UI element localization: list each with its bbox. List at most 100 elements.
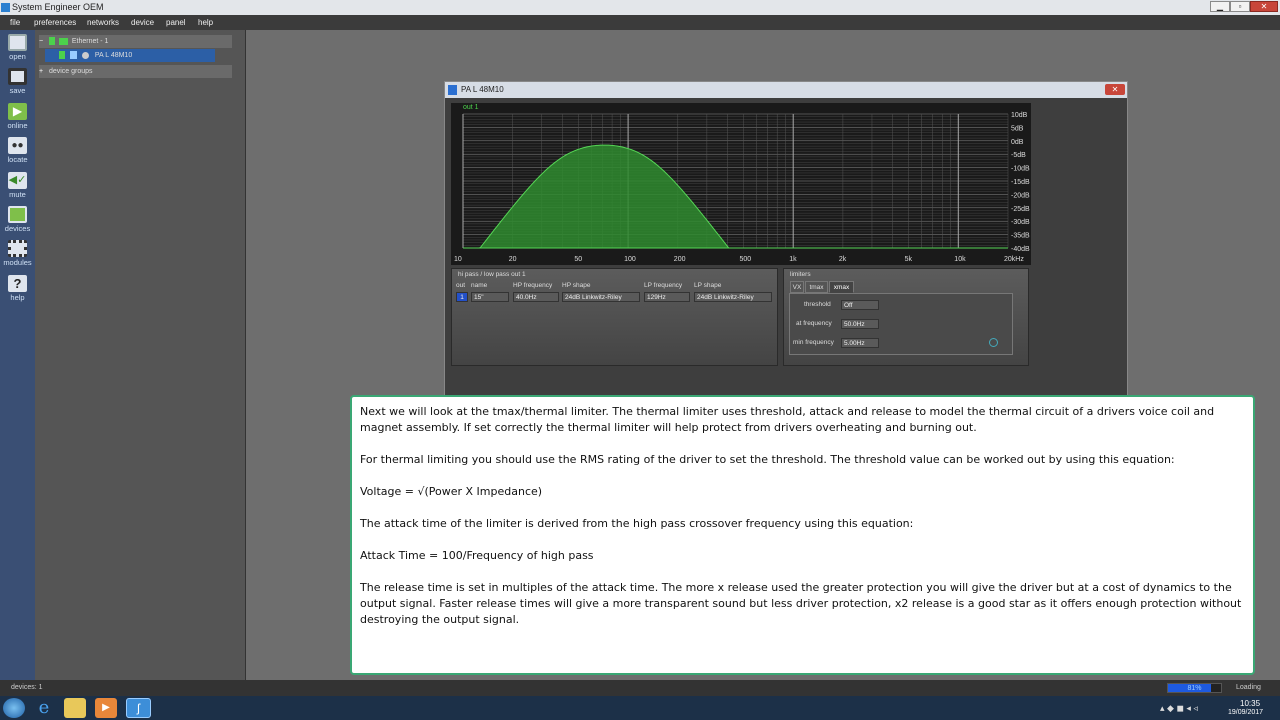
tray-icons[interactable]: ▴ ◆ ◼ ◂ ◃ <box>1160 703 1198 714</box>
header-out: out <box>456 282 466 289</box>
left-toolbar: open save ▶ online ●● locate ◀✓ mute dev… <box>0 30 35 680</box>
menu-help[interactable]: help <box>198 18 213 27</box>
freq-tick-label: 50 <box>574 256 582 263</box>
clock-time[interactable]: 10:35 <box>1240 699 1260 708</box>
network-label: Ethernet - 1 <box>71 38 109 45</box>
toolbar-label: open <box>9 52 26 61</box>
device-logo-icon <box>69 51 77 60</box>
toolbar-help[interactable]: ? help <box>0 275 35 302</box>
network-icon <box>58 37 68 45</box>
toolbar-save[interactable]: save <box>0 68 35 95</box>
tutorial-paragraph: The release time is set in multiples of … <box>360 581 1242 626</box>
db-tick-label: -5dB <box>1011 152 1026 159</box>
expand-icon[interactable]: + <box>39 65 47 78</box>
header-hp-shape: HP shape <box>562 282 591 289</box>
menu-preferences[interactable]: preferences <box>34 18 76 27</box>
toolbar-online[interactable]: ▶ online <box>0 103 35 130</box>
hipass-panel: hi pass / low pass out 1 out name HP fre… <box>451 268 778 366</box>
menu-panel[interactable]: panel <box>166 18 186 27</box>
freq-tick-label: 200 <box>674 256 686 263</box>
device-panel-close-button[interactable]: ✕ <box>1105 84 1125 95</box>
menu-device[interactable]: device <box>131 18 154 27</box>
system-engineer-app-icon[interactable]: ʃ <box>126 698 151 718</box>
toolbar-label: online <box>7 121 28 130</box>
lp-shape-select[interactable]: 24dB Linkwitz-Riley <box>694 292 772 302</box>
toolbar-mute[interactable]: ◀✓ mute <box>0 172 35 199</box>
lp-frequency-spinner[interactable]: 129Hz <box>644 292 690 302</box>
min-frequency-spinner[interactable]: 5.00Hz <box>841 338 879 348</box>
freq-tick-label: 2k <box>839 256 847 263</box>
out-number[interactable]: 1 <box>456 292 468 302</box>
db-tick-label: -20dB <box>1011 192 1030 199</box>
voltage-equation: Voltage = √(Power X Impedance) <box>360 485 543 498</box>
loading-label: Loading <box>1236 684 1261 691</box>
db-tick-label: -25dB <box>1011 206 1030 213</box>
toolbar-label: help <box>10 293 25 302</box>
taskbar: e ▶ ʃ ▴ ◆ ◼ ◂ ◃ 10:35 19/09/2017 <box>0 696 1280 720</box>
db-tick-label: -30dB <box>1011 219 1030 226</box>
clock-date[interactable]: 19/09/2017 <box>1228 709 1263 716</box>
freq-tick-label: 10 <box>454 256 462 263</box>
db-tick-label: 10dB <box>1011 112 1028 119</box>
at-frequency-spinner[interactable]: 50.0Hz <box>841 319 879 329</box>
device-status-icon <box>59 51 65 60</box>
eq-graph: out 1 10 20 50 100 200 500 1k 2k 5k 10k 20kHz 10dB 5… <box>451 103 1031 265</box>
close-button[interactable]: ✕ <box>1250 1 1278 12</box>
tutorial-paragraph: For thermal limiting you should use the … <box>360 453 1175 466</box>
toolbar-devices[interactable]: devices <box>0 206 35 233</box>
freq-tick-label: 20kHz <box>1004 256 1024 263</box>
media-player-icon[interactable]: ▶ <box>95 698 117 718</box>
toolbar-locate[interactable]: ●● locate <box>0 137 35 164</box>
tab-xmax[interactable]: xmax <box>829 281 854 293</box>
play-icon: ▶ <box>8 103 27 120</box>
tree-device[interactable]: PA L 48M10 <box>45 49 215 62</box>
freq-tick-label: 100 <box>624 256 636 263</box>
toolbar-label: locate <box>7 155 28 164</box>
tutorial-paragraph: Next we will look at the tmax/thermal li… <box>360 405 1215 434</box>
hipass-title: hi pass / low pass out 1 <box>458 271 526 278</box>
menu-networks[interactable]: networks <box>87 18 119 27</box>
devices-icon <box>8 206 27 223</box>
tree-device-groups[interactable]: + device groups <box>39 65 232 78</box>
app-icon <box>1 3 10 12</box>
modules-icon <box>8 240 27 257</box>
threshold-label: threshold <box>804 301 831 308</box>
device-tree: − Ethernet - 1 PA L 48M10 + device group… <box>35 30 246 680</box>
maximize-button[interactable]: ▫ <box>1230 1 1250 12</box>
collapse-icon[interactable]: − <box>39 35 47 48</box>
progress-text: 81% <box>1187 685 1202 692</box>
device-groups-label: device groups <box>48 68 93 75</box>
db-tick-label: 5dB <box>1011 125 1024 132</box>
tab-tmax[interactable]: tmax <box>805 281 828 293</box>
freq-tick-label: 10k <box>954 256 966 263</box>
name-field[interactable]: 15" <box>471 292 509 302</box>
hp-frequency-spinner[interactable]: 40.0Hz <box>513 292 559 302</box>
freq-tick-label: 1k <box>789 256 797 263</box>
device-panel-window: PA L 48M10 ✕ out 1 10 20 50 100 200 500 1k 2k 5k… <box>444 81 1128 396</box>
minimize-button[interactable]: ▁ <box>1210 1 1230 12</box>
db-tick-label: -10dB <box>1011 166 1030 173</box>
toolbar-modules[interactable]: modules <box>0 240 35 267</box>
toolbar-open[interactable]: open <box>0 34 35 61</box>
start-button-icon[interactable] <box>3 698 25 718</box>
db-tick-label: -15dB <box>1011 179 1030 186</box>
toolbar-label: save <box>9 86 26 95</box>
title-bar: System Engineer OEM ▁ ▫ ✕ <box>0 0 1280 15</box>
freq-tick-label: 5k <box>905 256 913 263</box>
tab-vx[interactable]: VX <box>790 281 804 293</box>
tree-network[interactable]: − Ethernet - 1 <box>39 35 232 48</box>
at-frequency-label: at frequency <box>796 320 832 327</box>
freq-tick-label: 20 <box>509 256 517 263</box>
header-lp-frequency: LP frequency <box>644 282 683 289</box>
hp-shape-select[interactable]: 24dB Linkwitz-Riley <box>562 292 640 302</box>
file-explorer-icon[interactable] <box>64 698 86 718</box>
db-tick-label: -40dB <box>1011 246 1030 253</box>
internet-explorer-icon[interactable]: e <box>33 698 55 718</box>
tutorial-text-box: Next we will look at the tmax/thermal li… <box>350 395 1255 675</box>
menu-file[interactable]: file <box>10 18 20 27</box>
toolbar-label: modules <box>3 258 32 267</box>
refresh-icon[interactable] <box>989 338 998 347</box>
device-panel-titlebar: PA L 48M10 ✕ <box>445 82 1127 98</box>
threshold-spinner[interactable]: Off <box>841 300 879 310</box>
freq-tick-label: 500 <box>739 256 751 263</box>
